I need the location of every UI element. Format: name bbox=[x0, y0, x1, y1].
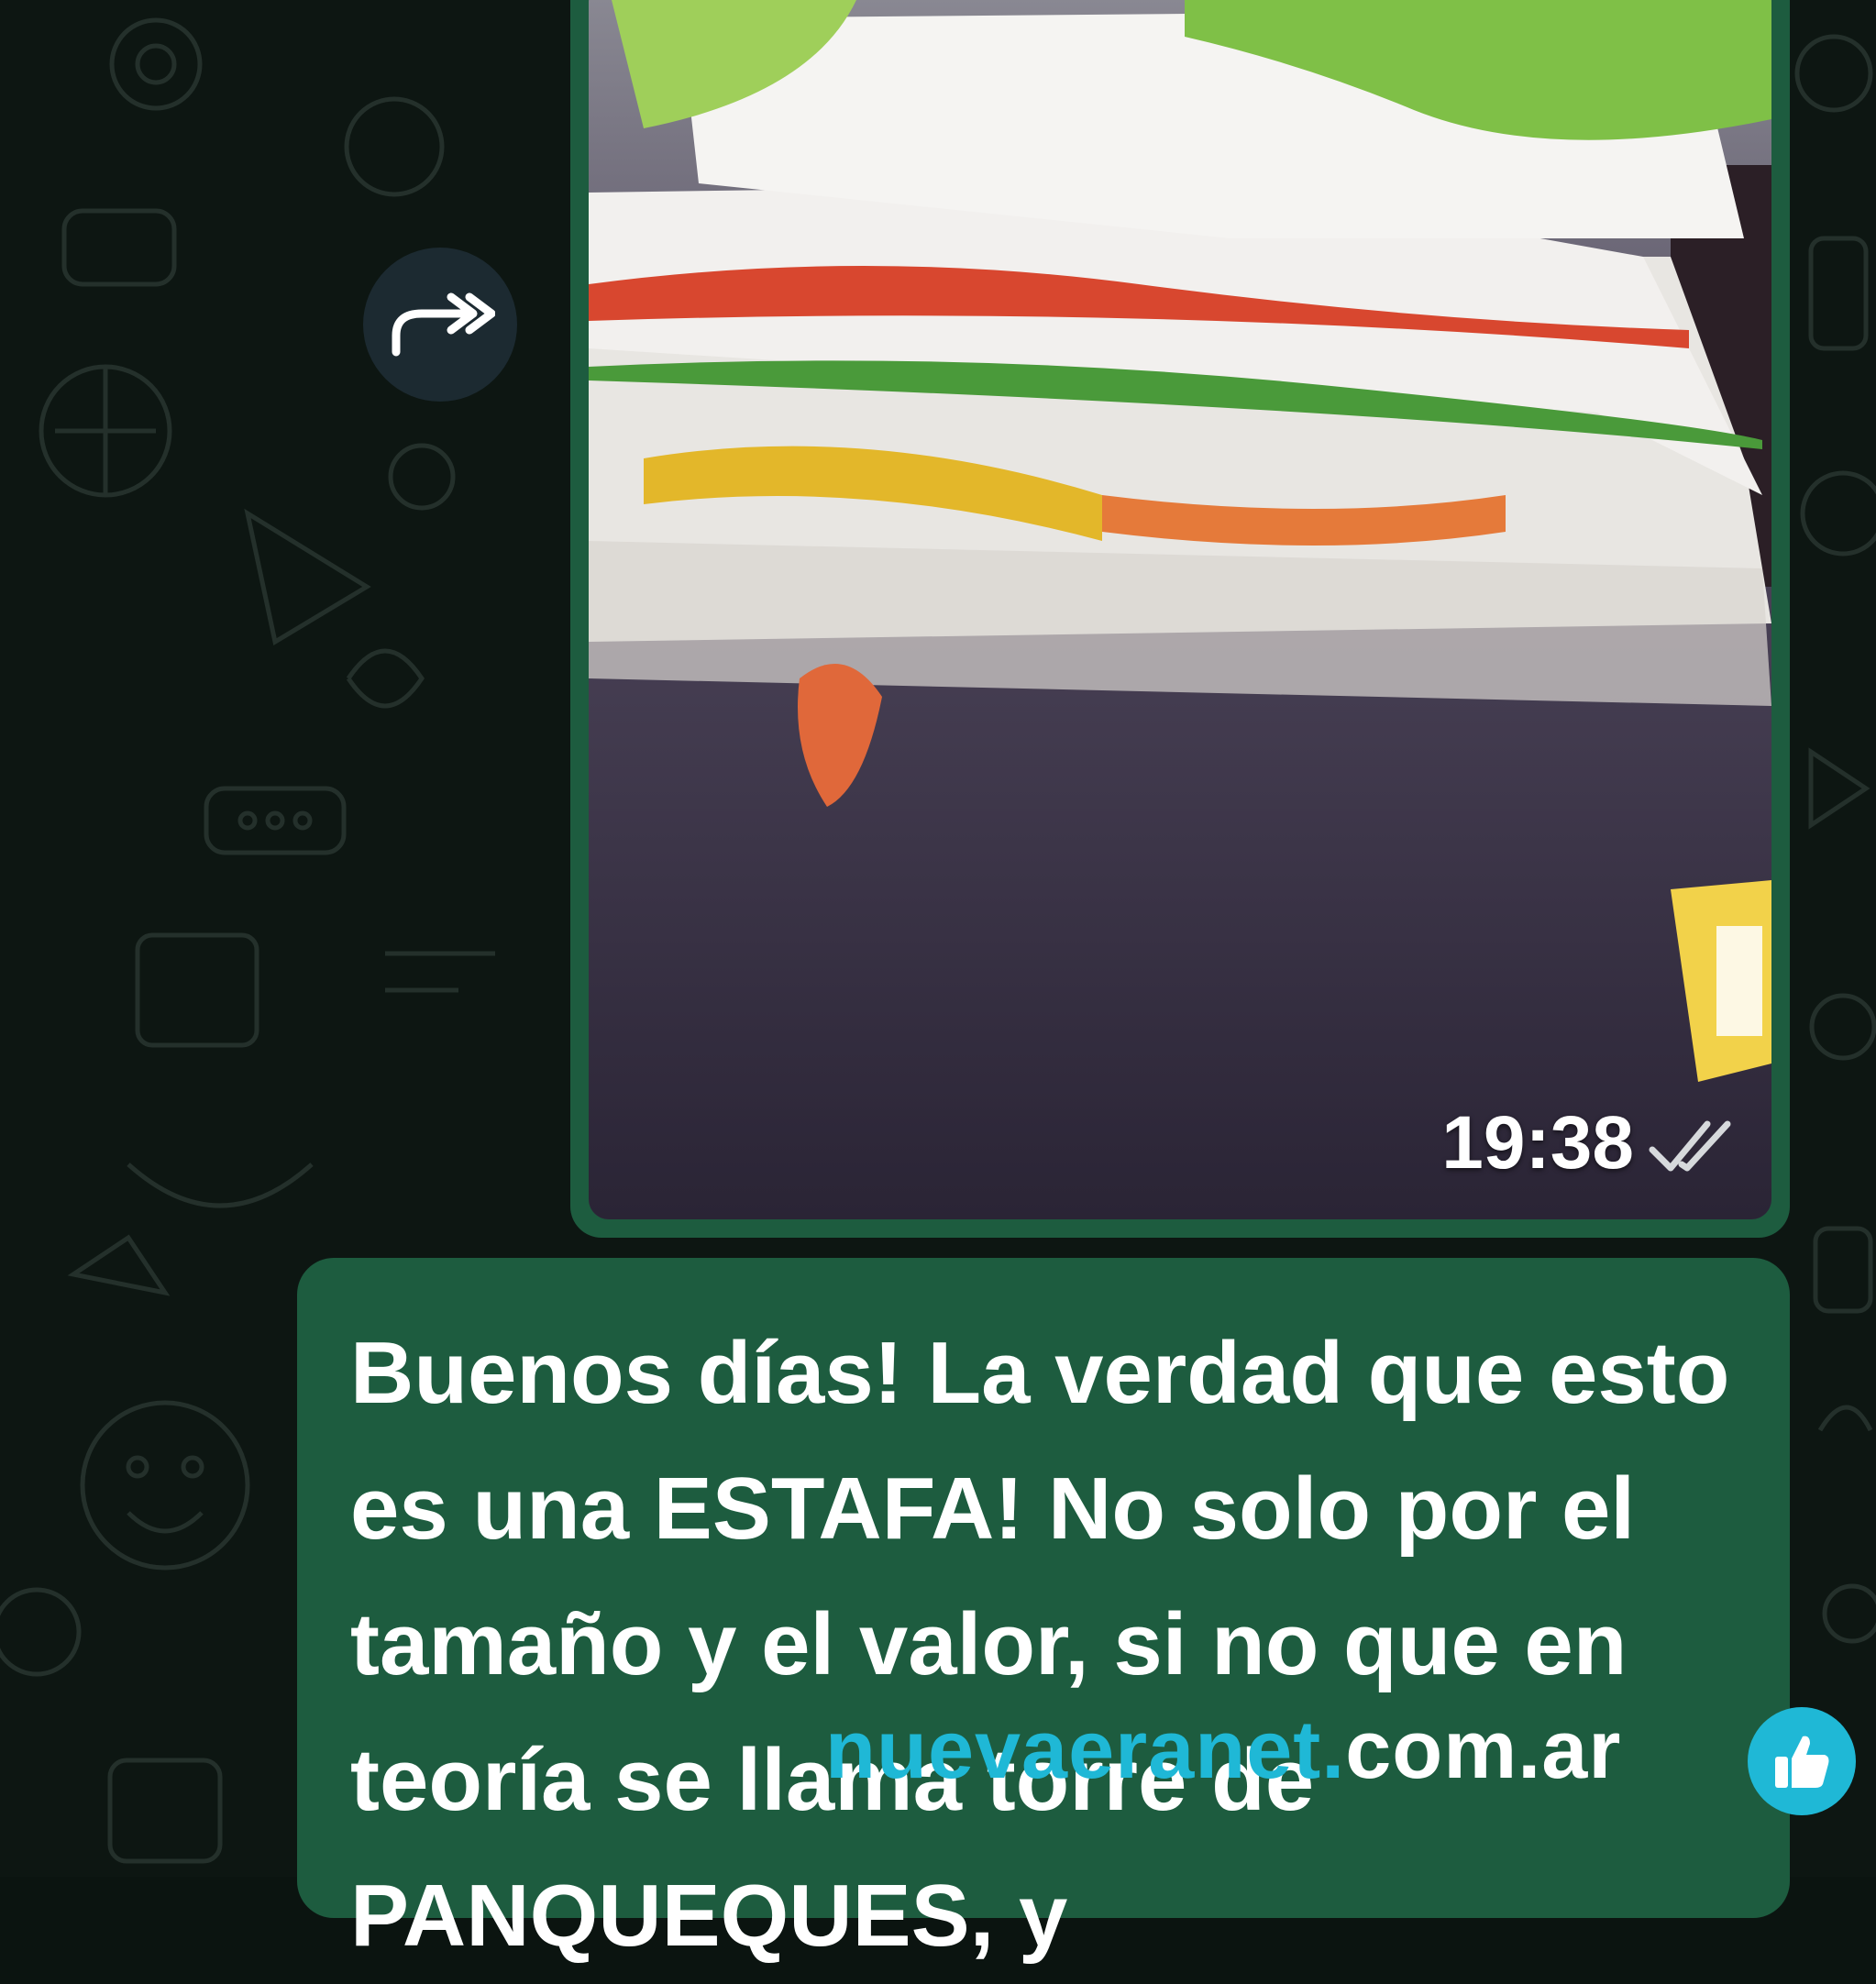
watermark: nuevaeranet.com.ar bbox=[825, 1703, 1621, 1798]
message-text: Buenos días! La verdad que esto es una E… bbox=[350, 1324, 1730, 1965]
watermark-part2: com.ar bbox=[1345, 1704, 1622, 1796]
message-time: 19:38 bbox=[1441, 1101, 1634, 1185]
forward-arrow-icon bbox=[392, 292, 495, 357]
text-message-bubble[interactable]: Buenos días! La verdad que esto es una E… bbox=[297, 1258, 1790, 1965]
image-message-bubble[interactable]: 19:38 bbox=[570, 0, 1790, 1238]
message-photo[interactable]: 19:38 bbox=[589, 0, 1771, 1219]
forward-button[interactable] bbox=[363, 248, 517, 402]
watermark-part1: nuevaeranet. bbox=[825, 1704, 1346, 1796]
thumbs-up-icon bbox=[1775, 1736, 1829, 1788]
food-photo bbox=[589, 0, 1771, 1219]
double-check-icon bbox=[1649, 1120, 1731, 1172]
thumbs-up-badge bbox=[1748, 1707, 1856, 1815]
